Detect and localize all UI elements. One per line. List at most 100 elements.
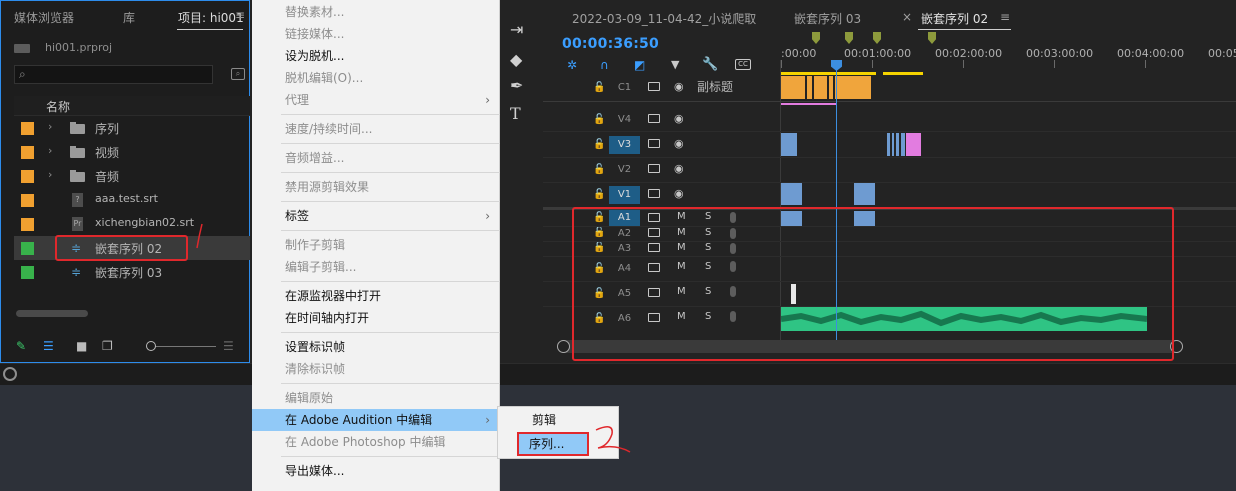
track-name[interactable]: V2 [609,161,640,179]
label-swatch[interactable] [21,266,34,279]
horizontal-scrollbar[interactable] [16,310,88,317]
sequence-marker[interactable] [812,32,820,44]
eye-icon[interactable]: ◉ [674,187,684,200]
column-header[interactable]: 名称 [14,96,250,116]
lock-icon[interactable]: 🔓 [593,82,605,93]
video-clip[interactable] [781,133,797,156]
tab-sequence-main[interactable]: 2022-03-09_11-04-42_小说爬取 [572,10,756,27]
sequence-marker[interactable] [845,32,853,44]
caption-clip[interactable] [807,76,812,99]
track-header-v1[interactable]: 🔓 V1 ◉ [543,183,780,207]
eye-icon[interactable]: ◉ [674,137,684,150]
work-area-bar[interactable] [883,72,923,75]
sync-lock-icon[interactable] [648,189,660,198]
menu-item-edit-offline[interactable]: 脱机编辑(O)... [252,67,500,89]
track-header-v3[interactable]: 🔓 V3 ◉ [543,133,780,157]
captions-icon[interactable]: CC [735,59,751,70]
video-clip[interactable] [854,183,875,205]
menu-item-replace-footage[interactable]: 替换素材... [252,1,500,23]
chevron-right-icon[interactable]: › [48,120,52,133]
creative-cloud-icon[interactable] [3,367,17,381]
menu-item-disable-source-effects[interactable]: 禁用源剪辑效果 [252,176,500,198]
close-icon[interactable]: × [902,10,912,24]
nest-icon[interactable]: ✲ [567,58,577,72]
hamburger-icon[interactable]: ≡ [235,8,245,22]
sequence-marker[interactable] [873,32,881,44]
wrench-icon[interactable]: 🔧 [702,57,718,72]
zoom-slider-track[interactable] [151,346,216,347]
video-clip[interactable] [781,183,802,205]
menu-item-edit-subclip[interactable]: 编辑子剪辑... [252,256,500,278]
menu-item-export-media[interactable]: 导出媒体... [252,460,500,482]
tab-nested-02[interactable]: 嵌套序列 02 [921,10,988,27]
label-swatch[interactable] [21,170,34,183]
track-header-v2[interactable]: 🔓 V2 ◉ [543,158,780,182]
icon-view-icon[interactable]: ■ [76,339,87,353]
label-swatch[interactable] [21,146,34,159]
list-item[interactable]: Pr xichengbian02.srt [14,212,250,236]
tab-media-browser[interactable]: 媒体浏览器 [14,9,74,26]
caption-clip[interactable] [829,76,833,99]
linked-selection-icon[interactable]: ◩ [634,58,645,72]
lock-icon[interactable]: 🔓 [593,139,605,150]
menu-item-set-poster-frame[interactable]: 设置标识帧 [252,336,500,358]
menu-item-open-source-monitor[interactable]: 在源监视器中打开 [252,285,500,307]
ripple-edit-icon[interactable]: ⇥ [510,20,523,39]
caption-clip[interactable] [835,76,871,99]
lock-icon[interactable]: 🔓 [593,114,605,125]
menu-item-audio-gain[interactable]: 音频增益... [252,147,500,169]
track-header-v4[interactable]: 🔓 V4 ◉ [543,108,780,132]
menu-item-speed-duration[interactable]: 速度/持续时间... [252,118,500,140]
menu-item-open-in-timeline[interactable]: 在时间轴内打开 [252,307,500,329]
track-name[interactable]: V1 [609,186,640,204]
caption-clip[interactable] [781,76,805,99]
video-clip[interactable] [896,133,899,156]
new-search-bin-icon[interactable]: ⌕ [231,68,245,80]
list-item[interactable]: › 视频 [14,140,250,164]
add-marker-icon[interactable]: ▼ [671,58,679,71]
sort-icon[interactable]: ☰ [223,339,234,353]
eye-icon[interactable]: ◉ [674,112,684,125]
chevron-right-icon[interactable]: › [48,168,52,181]
track-name[interactable]: V4 [609,111,640,129]
playhead-handle[interactable] [831,60,842,71]
menu-item-link-media[interactable]: 链接媒体... [252,23,500,45]
label-swatch[interactable] [21,218,34,231]
label-swatch[interactable] [21,194,34,207]
pink-clip[interactable] [906,133,921,156]
video-clip[interactable] [892,133,894,156]
menu-item-edit-in-audition[interactable]: 在 Adobe Audition 中编辑 › [252,409,500,431]
video-clip[interactable] [887,133,890,156]
menu-item-proxy[interactable]: 代理 › [252,89,500,111]
work-area-bar[interactable] [781,72,876,75]
eye-icon[interactable]: ◉ [674,80,684,93]
hamburger-icon[interactable]: ≡ [1000,10,1010,24]
lock-icon[interactable]: 🔓 [593,189,605,200]
sync-lock-icon[interactable] [648,139,660,148]
sync-lock-icon[interactable] [648,82,660,91]
pen-icon[interactable]: ✒ [510,76,523,95]
chevron-right-icon[interactable]: › [48,144,52,157]
pencil-icon[interactable]: ✎ [16,339,26,353]
video-clip[interactable] [901,133,905,156]
label-swatch[interactable] [21,242,34,255]
zoom-slider-knob[interactable] [146,341,156,351]
list-view-icon[interactable]: ☰ [43,339,54,353]
tab-libraries[interactable]: 库 [123,9,135,26]
track-header-c1[interactable]: 🔓 C1 ◉ 副标题 [543,76,780,100]
menu-item-make-offline[interactable]: 设为脱机... [252,45,500,67]
snap-icon[interactable]: ∩ [600,58,609,72]
menu-item-edit-original[interactable]: 编辑原始 [252,387,500,409]
caption-clip[interactable] [814,76,827,99]
scroll-start-handle[interactable] [557,340,570,353]
list-item[interactable]: ? aaa.test.srt [14,188,250,212]
menu-item-label-color[interactable]: 标签 › [252,205,500,227]
sync-lock-icon[interactable] [648,114,660,123]
list-item[interactable]: › 音频 [14,164,250,188]
track-name[interactable]: V3 [609,136,640,154]
menu-item-clear-poster-frame[interactable]: 清除标识帧 [252,358,500,380]
tab-nested-03[interactable]: 嵌套序列 03 [794,10,861,27]
type-icon[interactable]: T [510,104,521,123]
eye-icon[interactable]: ◉ [674,162,684,175]
menu-item-edit-in-photoshop[interactable]: 在 Adobe Photoshop 中编辑 [252,431,500,453]
